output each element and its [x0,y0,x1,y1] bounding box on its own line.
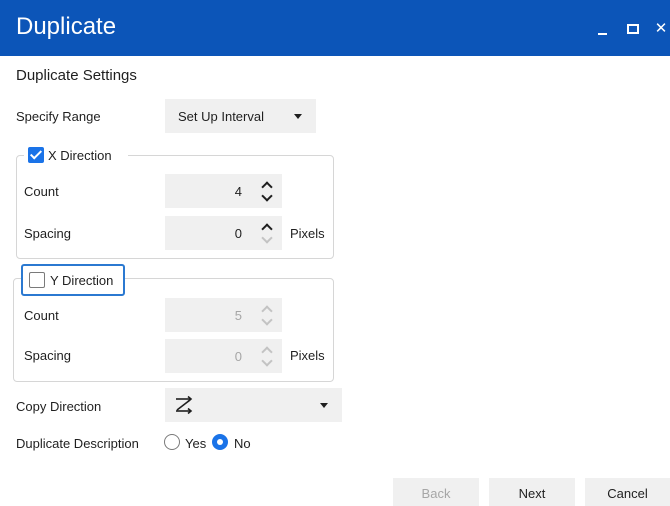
y-spacing-stepper: 0 [165,339,282,373]
chevron-down-icon[interactable] [261,190,273,202]
minimize-icon[interactable] [593,20,611,38]
title-bar: Duplicate ✕ [0,0,670,56]
radio-no-label: No [234,436,251,451]
x-direction-toggle[interactable]: X Direction [24,146,128,164]
x-spacing-value: 0 [234,225,242,241]
maximize-icon[interactable] [624,20,642,38]
x-direction-label: X Direction [48,147,112,163]
chevron-down-icon [320,403,328,408]
y-direction-label: Y Direction [50,273,114,288]
chevron-down-icon [294,114,302,119]
specify-range-label: Specify Range [16,109,101,124]
x-count-value: 4 [234,183,242,199]
window-title: Duplicate [16,13,117,40]
chevron-down-icon [261,314,273,326]
radio-no[interactable] [212,434,228,450]
copy-direction-label: Copy Direction [16,399,102,414]
x-spacing-label: Spacing [24,226,71,241]
y-count-stepper: 5 [165,298,282,332]
y-direction-checkbox[interactable] [29,272,45,288]
x-spacing-stepper[interactable]: 0 [165,216,282,250]
copy-direction-dropdown[interactable] [165,388,342,422]
duplicate-description-label: Duplicate Description [16,436,139,451]
chevron-down-icon [261,232,273,244]
next-button[interactable]: Next [489,478,575,506]
x-count-label: Count [24,184,59,199]
cancel-button[interactable]: Cancel [585,478,670,506]
y-spacing-label: Spacing [24,348,71,363]
radio-yes-label: Yes [185,436,207,451]
y-count-value: 5 [234,307,242,323]
specify-range-dropdown[interactable]: Set Up Interval [165,99,316,133]
radio-yes[interactable] [164,434,180,450]
section-heading: Duplicate Settings [16,67,137,84]
x-direction-checkbox[interactable] [28,147,44,163]
chevron-down-icon [261,355,273,367]
y-spacing-unit: Pixels [290,348,325,363]
y-spacing-value: 0 [234,348,242,364]
x-count-stepper[interactable]: 4 [165,174,282,208]
x-spacing-unit: Pixels [290,226,325,241]
back-button: Back [393,478,479,506]
close-icon[interactable]: ✕ [652,20,670,38]
z-order-arrows-icon [173,395,195,415]
specify-range-value: Set Up Interval [178,109,264,124]
y-direction-toggle[interactable]: Y Direction [21,264,125,296]
y-count-label: Count [24,308,59,323]
